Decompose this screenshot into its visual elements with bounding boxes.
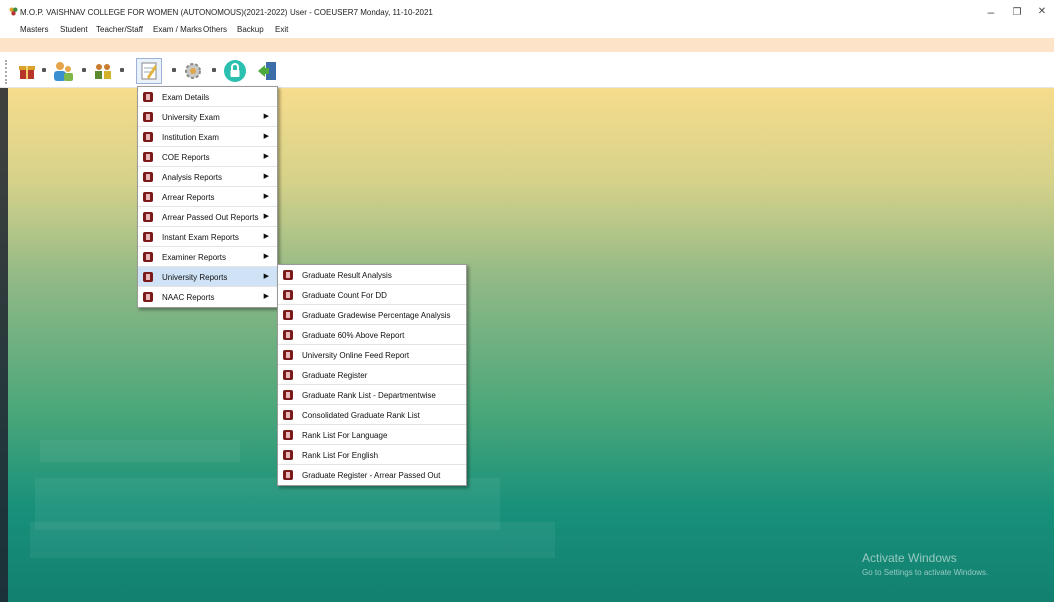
menu-backup[interactable]: Backup [237, 25, 264, 34]
book-icon [283, 370, 293, 380]
menu-item-arrear-passed-out-reports[interactable]: Arrear Passed Out Reports ▶ [138, 207, 277, 227]
book-icon [143, 112, 153, 122]
menu-masters[interactable]: Masters [20, 25, 48, 34]
book-icon [143, 292, 153, 302]
toolbar-grip[interactable] [5, 60, 8, 84]
book-icon [143, 192, 153, 202]
submenu-arrow-icon: ▶ [263, 273, 269, 280]
menu-exam-marks[interactable]: Exam / Marks [153, 25, 202, 34]
menu-bar: Masters Student Teacher/Staff Exam / Mar… [0, 22, 1054, 38]
submenu-item-rank-list-for-language[interactable]: Rank List For Language [278, 425, 466, 445]
submenu-arrow-icon: ▶ [263, 193, 269, 200]
faint-panel [30, 522, 555, 558]
submenu-item-graduate-register[interactable]: Graduate Register [278, 365, 466, 385]
exit-door-icon[interactable] [254, 58, 280, 84]
dropdown-arrow-icon[interactable] [82, 68, 86, 72]
faint-panel [40, 440, 240, 462]
menu-item-analysis-reports[interactable]: Analysis Reports ▶ [138, 167, 277, 187]
book-icon [283, 390, 293, 400]
activate-windows-watermark: Activate Windows Go to Settings to activ… [862, 551, 988, 577]
window-title: M.O.P. VAISHNAV COLLEGE FOR WOMEN (AUTON… [20, 8, 288, 17]
lock-icon[interactable] [222, 58, 248, 84]
book-icon [143, 232, 153, 242]
submenu-arrow-icon: ▶ [263, 253, 269, 260]
submenu-item-register-arrear-passed-out[interactable]: Graduate Register - Arrear Passed Out [278, 465, 466, 485]
book-icon [143, 272, 153, 282]
exam-marks-menu: Exam Details University Exam ▶ Institutio… [137, 86, 278, 308]
book-icon [143, 132, 153, 142]
menu-item-university-reports[interactable]: University Reports ▶ [138, 267, 277, 287]
submenu-item-consolidated-rank-list[interactable]: Consolidated Graduate Rank List [278, 405, 466, 425]
university-reports-submenu: Graduate Result Analysis Graduate Count … [277, 264, 467, 486]
menu-teacher-staff[interactable]: Teacher/Staff [96, 25, 143, 34]
menu-others[interactable]: Others [203, 25, 227, 34]
book-icon [143, 152, 153, 162]
left-edge [0, 88, 8, 602]
watermark-subtitle: Go to Settings to activate Windows. [862, 568, 989, 577]
gift-icon[interactable] [14, 58, 40, 84]
people-icon[interactable] [90, 58, 116, 84]
dropdown-arrow-icon[interactable] [120, 68, 124, 72]
submenu-item-rank-list-for-english[interactable]: Rank List For English [278, 445, 466, 465]
book-icon [143, 92, 153, 102]
menu-item-exam-details[interactable]: Exam Details [138, 87, 277, 107]
submenu-item-gradewise-percentage-analysis[interactable]: Graduate Gradewise Percentage Analysis [278, 305, 466, 325]
book-icon [283, 330, 293, 340]
menu-item-institution-exam[interactable]: Institution Exam ▶ [138, 127, 277, 147]
menu-exit[interactable]: Exit [275, 25, 288, 34]
book-icon [143, 172, 153, 182]
submenu-item-graduate-count-for-dd[interactable]: Graduate Count For DD [278, 285, 466, 305]
submenu-arrow-icon: ▶ [263, 213, 269, 220]
submenu-arrow-icon: ▶ [263, 173, 269, 180]
notepad-icon[interactable] [136, 58, 162, 84]
dropdown-arrow-icon[interactable] [172, 68, 176, 72]
submenu-item-graduate-60-above-report[interactable]: Graduate 60% Above Report [278, 325, 466, 345]
book-icon [143, 252, 153, 262]
submenu-item-graduate-result-analysis[interactable]: Graduate Result Analysis [278, 265, 466, 285]
menu-item-coe-reports[interactable]: COE Reports ▶ [138, 147, 277, 167]
submenu-arrow-icon: ▶ [263, 133, 269, 140]
dropdown-arrow-icon[interactable] [42, 68, 46, 72]
submenu-arrow-icon: ▶ [263, 153, 269, 160]
book-icon [283, 430, 293, 440]
menu-item-examiner-reports[interactable]: Examiner Reports ▶ [138, 247, 277, 267]
book-icon [283, 410, 293, 420]
book-icon [283, 310, 293, 320]
user-info: User - COEUSER7 Monday, 11-10-2021 [290, 8, 433, 17]
app-icon [9, 7, 18, 16]
book-icon [283, 470, 293, 480]
book-icon [283, 290, 293, 300]
menu-item-instant-exam-reports[interactable]: Instant Exam Reports ▶ [138, 227, 277, 247]
toolbar [0, 52, 1054, 88]
submenu-arrow-icon: ▶ [263, 233, 269, 240]
dropdown-arrow-icon[interactable] [212, 68, 216, 72]
settings-icon[interactable] [180, 58, 206, 84]
title-bar: M.O.P. VAISHNAV COLLEGE FOR WOMEN (AUTON… [0, 0, 1054, 22]
menu-item-naac-reports[interactable]: NAAC Reports ▶ [138, 287, 277, 307]
menu-item-arrear-reports[interactable]: Arrear Reports ▶ [138, 187, 277, 207]
menu-band [0, 38, 1054, 52]
submenu-arrow-icon: ▶ [263, 293, 269, 300]
users-icon[interactable] [50, 58, 76, 84]
close-button[interactable]: ✕ [1036, 6, 1048, 17]
submenu-arrow-icon: ▶ [263, 113, 269, 120]
watermark-title: Activate Windows [862, 551, 957, 565]
menu-student[interactable]: Student [60, 25, 88, 34]
submenu-item-university-online-feed-report[interactable]: University Online Feed Report [278, 345, 466, 365]
menu-item-university-exam[interactable]: University Exam ▶ [138, 107, 277, 127]
restore-button[interactable]: ❐ [1011, 7, 1023, 18]
book-icon [283, 350, 293, 360]
book-icon [283, 450, 293, 460]
submenu-item-rank-list-departmentwise[interactable]: Graduate Rank List - Departmentwise [278, 385, 466, 405]
minimize-button[interactable]: – [985, 5, 997, 19]
book-icon [283, 270, 293, 280]
book-icon [143, 212, 153, 222]
